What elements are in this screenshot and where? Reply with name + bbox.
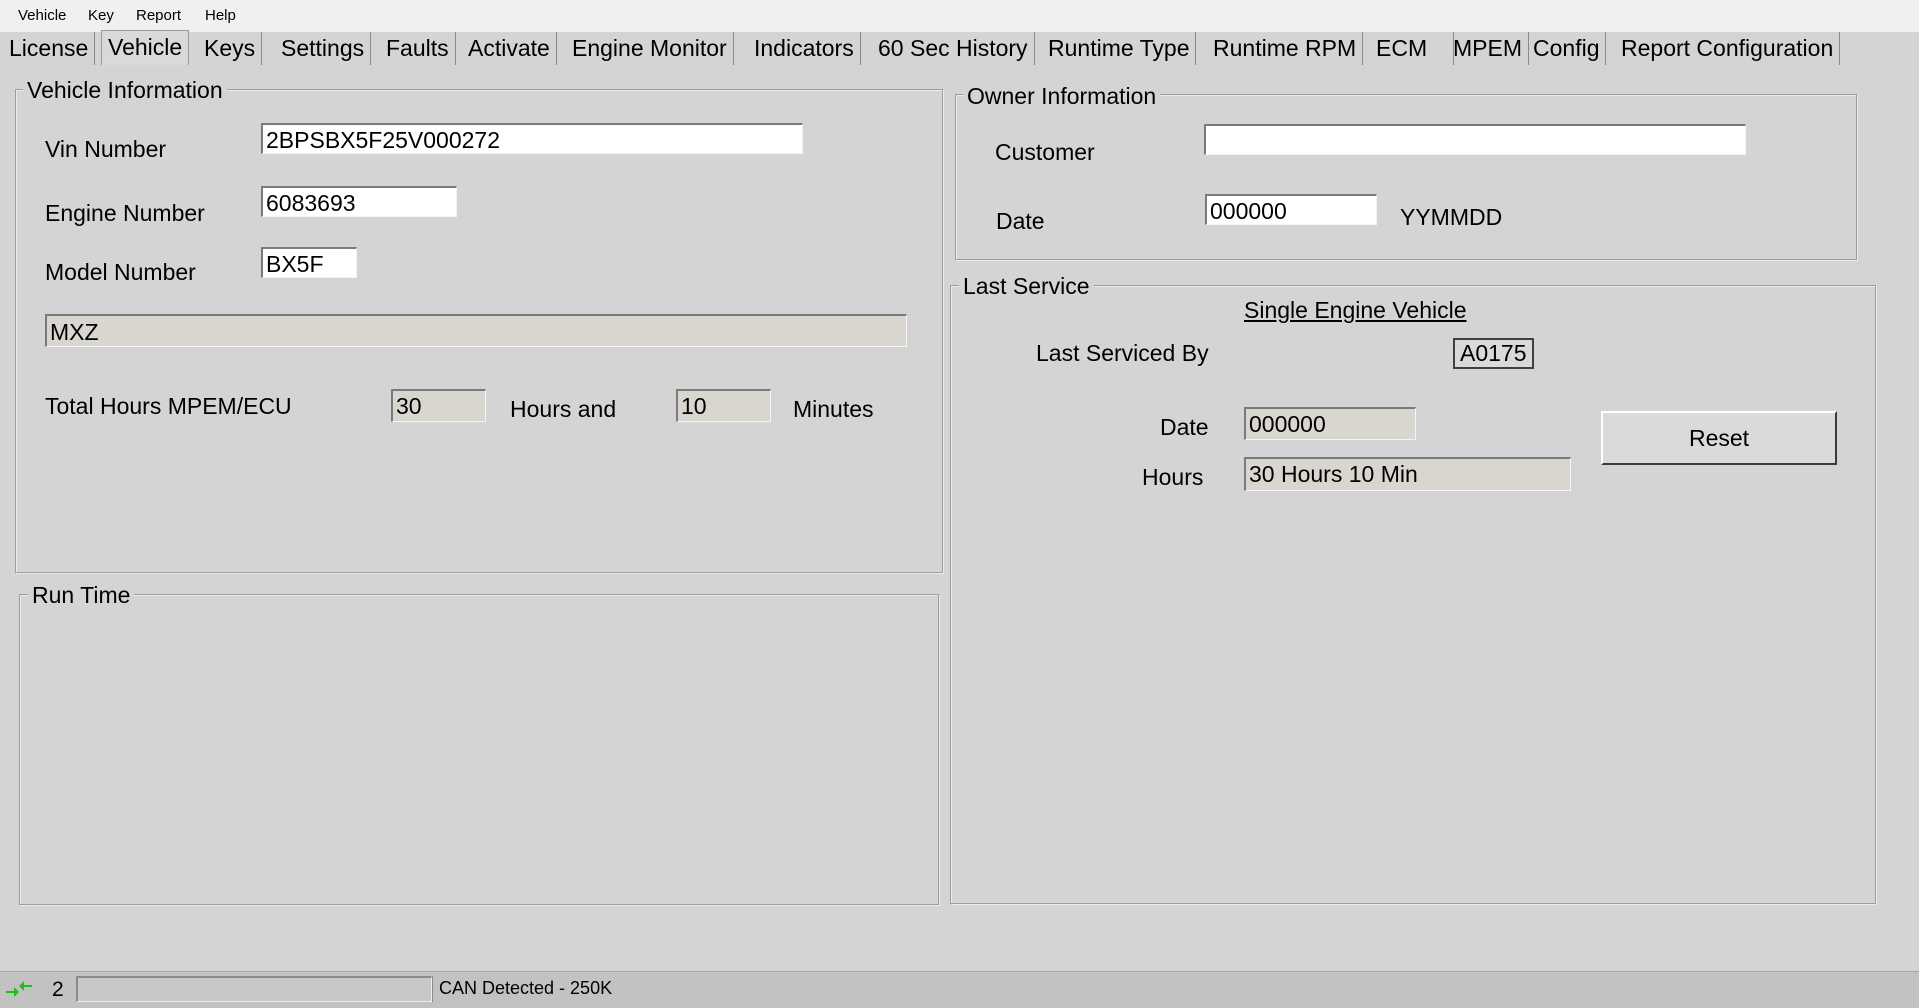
tab-config[interactable]: Config (1527, 32, 1607, 65)
tab-faults[interactable]: Faults (380, 32, 456, 65)
run-time-title: Run Time (28, 582, 135, 609)
tab-license[interactable]: License (3, 32, 96, 65)
tab-keys[interactable]: Keys (198, 32, 263, 65)
tab-ecm[interactable]: ECM (1370, 32, 1454, 65)
model-number-label: Model Number (45, 259, 196, 285)
last-service-date-label: Date (1160, 414, 1209, 440)
menu-vehicle[interactable]: Vehicle (18, 7, 66, 24)
serviced-by-badge: A0175 (1453, 338, 1534, 369)
tab-indicators[interactable]: Indicators (748, 32, 861, 65)
tab-settings[interactable]: Settings (275, 32, 372, 65)
vin-field[interactable]: 2BPSBX5F25V000272 (261, 123, 803, 154)
last-service-hours-field: 30 Hours 10 Min (1244, 457, 1571, 491)
customer-label: Customer (995, 139, 1095, 165)
connection-arrows-icon (4, 980, 34, 998)
tab-mpem[interactable]: MPEM (1447, 32, 1529, 65)
reset-button[interactable]: Reset (1601, 411, 1837, 465)
model-number-field[interactable]: BX5F (261, 247, 357, 278)
menu-key[interactable]: Key (88, 7, 114, 24)
date-format-label: YYMMDD (1400, 204, 1503, 230)
last-serviced-by-label: Last Serviced By (1036, 340, 1209, 366)
menu-bar: Vehicle Key Report Help (0, 0, 1919, 33)
total-minutes-field: 10 (676, 389, 771, 422)
tab-strip: License Vehicle Keys Settings Faults Act… (0, 30, 1919, 65)
tab-report-configuration[interactable]: Report Configuration (1615, 32, 1841, 65)
customer-field[interactable] (1204, 124, 1746, 155)
last-service-group (950, 285, 1876, 904)
owner-information-title: Owner Information (963, 83, 1161, 110)
engine-number-label: Engine Number (45, 200, 205, 226)
tab-vehicle[interactable]: Vehicle (101, 30, 190, 65)
tab-runtime-type[interactable]: Runtime Type (1042, 32, 1197, 65)
model-name-field: MXZ (45, 314, 907, 347)
tab-engine-monitor[interactable]: Engine Monitor (566, 32, 734, 65)
status-bar: 2 CAN Detected - 250K (0, 971, 1919, 1008)
vehicle-information-title: Vehicle Information (23, 77, 227, 104)
minutes-label: Minutes (793, 396, 874, 422)
last-service-title: Last Service (959, 273, 1094, 300)
vehicle-type-label: Single Engine Vehicle (1244, 297, 1467, 323)
total-hours-field: 30 (391, 389, 486, 422)
last-service-date-field: 000000 (1244, 407, 1416, 440)
engine-number-field[interactable]: 6083693 (261, 186, 457, 217)
menu-report[interactable]: Report (136, 7, 181, 24)
status-progress-bar (76, 976, 432, 1002)
tab-runtime-rpm[interactable]: Runtime RPM (1207, 32, 1364, 65)
menu-help[interactable]: Help (205, 7, 236, 24)
vin-label: Vin Number (45, 136, 167, 162)
status-message: CAN Detected - 250K (432, 976, 1912, 1002)
status-number: 2 (52, 978, 64, 1001)
last-service-hours-label: Hours (1142, 464, 1204, 490)
owner-date-label: Date (996, 208, 1045, 234)
hours-and-label: Hours and (510, 396, 617, 422)
owner-date-field[interactable]: 000000 (1205, 194, 1377, 225)
owner-information-group (955, 94, 1857, 260)
run-time-group (19, 594, 939, 905)
total-hours-label: Total Hours MPEM/ECU (45, 393, 292, 419)
tab-activate[interactable]: Activate (462, 32, 557, 65)
tab-60-sec-history[interactable]: 60 Sec History (872, 32, 1035, 65)
